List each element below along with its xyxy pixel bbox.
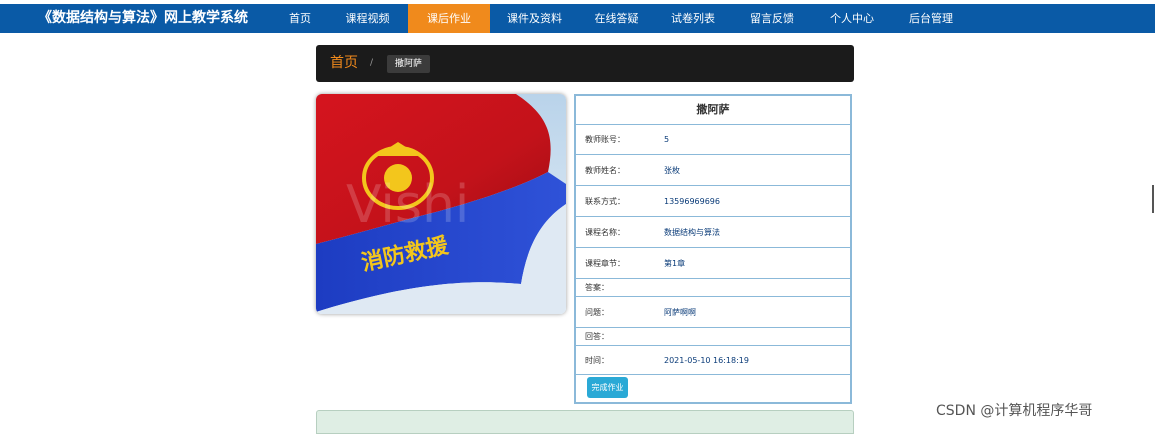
detail-label: 问题： xyxy=(585,307,609,317)
detail-value: 数据结构与算法 xyxy=(664,227,720,237)
nav-user-center[interactable]: 个人中心 xyxy=(812,4,892,33)
main-nav: 首页 课程视频 课后作业 课件及资料 在线答疑 试卷列表 留言反馈 个人中心 后… xyxy=(273,4,970,33)
detail-row-chapter: 课程章节： 第1章 xyxy=(576,248,850,279)
detail-value: 阿萨啊啊 xyxy=(664,307,696,317)
detail-label: 课程名称： xyxy=(585,227,625,237)
breadcrumb-home-link[interactable]: 首页 xyxy=(330,45,358,82)
breadcrumb-separator: / xyxy=(370,58,374,68)
detail-label: 答案： xyxy=(585,283,609,292)
top-navbar: 《数据结构与算法》网上教学系统 首页 课程视频 课后作业 课件及资料 在线答疑 … xyxy=(0,4,1155,33)
detail-row-question: 问题： 阿萨啊啊 xyxy=(576,297,850,328)
nav-online-qa[interactable]: 在线答疑 xyxy=(579,4,654,33)
flag-image-icon: 消防救援 Vishi xyxy=(316,94,566,314)
nav-homework[interactable]: 课后作业 xyxy=(408,4,490,33)
nav-course-videos[interactable]: 课程视频 xyxy=(327,4,408,33)
detail-label: 回答： xyxy=(585,332,609,341)
breadcrumb-current: 撒阿萨 xyxy=(387,55,431,73)
scroll-indicator xyxy=(1152,185,1154,213)
detail-label: 联系方式： xyxy=(585,196,625,206)
homework-image: 消防救援 Vishi xyxy=(316,94,566,314)
detail-row-contact: 联系方式： 13596969696 xyxy=(576,186,850,217)
image-watermark: Vishi xyxy=(346,175,469,235)
detail-value: 2021-05-10 16:18:19 xyxy=(664,355,749,365)
site-title: 《数据结构与算法》网上教学系统 xyxy=(38,10,248,26)
detail-label: 教师姓名： xyxy=(585,165,625,175)
csdn-watermark: CSDN @计算机程序华哥 xyxy=(936,403,1093,419)
detail-value: 13596969696 xyxy=(664,196,720,206)
detail-row-time: 时间： 2021-05-10 16:18:19 xyxy=(576,346,850,375)
detail-title: 撒阿萨 xyxy=(576,96,850,125)
nav-admin[interactable]: 后台管理 xyxy=(892,4,970,33)
comment-panel xyxy=(316,410,854,434)
homework-detail-panel: 撒阿萨 教师账号： 5 教师姓名： 张枚 联系方式： 13596969696 课… xyxy=(574,94,852,404)
detail-row-course-name: 课程名称： 数据结构与算法 xyxy=(576,217,850,248)
breadcrumb: 首页 / 撒阿萨 xyxy=(316,45,854,82)
detail-value: 第1章 xyxy=(664,258,686,268)
detail-value: 张枚 xyxy=(664,165,680,175)
detail-row-reply: 回答： xyxy=(576,328,850,346)
nav-home[interactable]: 首页 xyxy=(273,4,327,33)
nav-exam-list[interactable]: 试卷列表 xyxy=(654,4,732,33)
detail-row-teacher-account: 教师账号： 5 xyxy=(576,124,850,155)
nav-feedback[interactable]: 留言反馈 xyxy=(732,4,812,33)
detail-value: 5 xyxy=(664,134,670,144)
nav-courseware[interactable]: 课件及资料 xyxy=(490,4,579,33)
detail-row-answer: 答案： xyxy=(576,279,850,297)
detail-label: 时间： xyxy=(585,355,609,365)
detail-label: 教师账号： xyxy=(585,134,625,144)
detail-row-teacher-name: 教师姓名： 张枚 xyxy=(576,155,850,186)
detail-label: 课程章节： xyxy=(585,258,625,268)
complete-homework-button[interactable]: 完成作业 xyxy=(587,377,628,398)
